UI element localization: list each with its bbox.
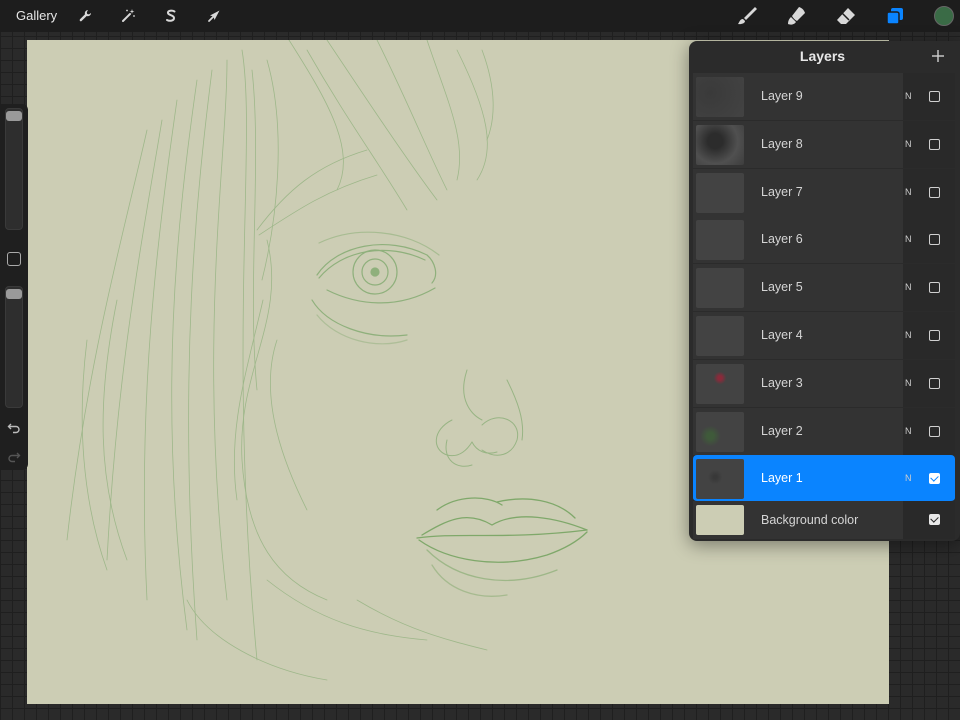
- magic-wand-icon: [122, 9, 135, 22]
- opacity-slider[interactable]: [5, 286, 23, 408]
- layer-row[interactable]: Layer 1 N: [693, 455, 955, 503]
- blend-mode-button[interactable]: N: [905, 282, 912, 292]
- layer-name: Layer 6: [761, 232, 803, 247]
- blend-mode-button[interactable]: N: [905, 473, 912, 483]
- blend-mode-button[interactable]: N: [905, 378, 912, 388]
- layer-thumbnail[interactable]: [696, 363, 744, 404]
- blend-mode-button[interactable]: N: [905, 91, 912, 101]
- smudge-tool-button[interactable]: [784, 4, 808, 28]
- eraser-tool-button[interactable]: [834, 4, 858, 28]
- wrench-icon: [79, 10, 91, 22]
- lips-sketch: [416, 497, 588, 597]
- top-toolbar: Gallery: [0, 0, 960, 32]
- plus-icon: [932, 50, 944, 62]
- actions-wrench-button[interactable]: [74, 5, 96, 27]
- layers-panel: Layers Layer 9 N Layer 8 N Layer 7 N Layer 6NL…: [689, 41, 960, 541]
- layer-row[interactable]: Layer 9 N: [693, 73, 955, 120]
- layer-name: Layer 5: [761, 280, 803, 295]
- layer-name: Layer 7: [761, 184, 803, 199]
- layer-thumbnail[interactable]: [696, 220, 744, 261]
- layer-visibility-checkbox[interactable]: [929, 186, 940, 198]
- layer-row[interactable]: Layer 8 N: [693, 120, 955, 168]
- layer-visibility-checkbox[interactable]: [929, 138, 940, 150]
- layer-row[interactable]: Layer 2 N: [693, 407, 955, 455]
- layer-visibility-checkbox[interactable]: [929, 425, 940, 437]
- background-visibility-checkbox[interactable]: [929, 514, 940, 525]
- left-sidebar: [0, 104, 28, 470]
- layer-thumbnail[interactable]: [696, 77, 744, 117]
- layers-panel-title: Layers: [799, 48, 846, 64]
- layer-visibility-checkbox[interactable]: [929, 473, 940, 485]
- color-picker-button[interactable]: [934, 6, 954, 26]
- layer-visibility-checkbox[interactable]: [929, 377, 940, 389]
- brush-tool-button[interactable]: [735, 4, 759, 28]
- layer-name: Layer 4: [761, 328, 803, 342]
- brush-size-handle[interactable]: [6, 111, 22, 121]
- redo-icon: [8, 452, 21, 463]
- gallery-button[interactable]: Gallery: [16, 8, 57, 23]
- blend-mode-button[interactable]: N: [905, 426, 912, 436]
- smudge-icon: [788, 7, 805, 25]
- layer-name: Layer 2: [761, 423, 803, 438]
- eye-sketch: [311, 231, 440, 345]
- blend-mode-button[interactable]: N: [905, 330, 912, 340]
- layer-name: Layer 1: [761, 471, 803, 486]
- layer-row[interactable]: Layer 5 N: [693, 264, 955, 312]
- blend-mode-button[interactable]: N: [905, 139, 912, 149]
- background-color-layer[interactable]: Background color: [693, 501, 955, 539]
- blend-mode-button[interactable]: N: [905, 234, 912, 244]
- nose-sketch: [435, 369, 524, 467]
- add-layer-button[interactable]: [929, 47, 947, 65]
- layer-row[interactable]: Layer 7 N: [693, 168, 955, 216]
- layer-thumbnail[interactable]: [696, 459, 744, 500]
- layer-row[interactable]: Layer 4 N: [693, 312, 955, 359]
- layer-visibility-checkbox[interactable]: [929, 234, 940, 246]
- selection-button[interactable]: [160, 5, 182, 27]
- layer-name: Layer 3: [761, 375, 803, 390]
- hair-strokes: [66, 40, 494, 681]
- layer-name: Layer 8: [761, 136, 803, 151]
- background-color-swatch[interactable]: [696, 505, 744, 535]
- undo-icon: [7, 423, 20, 434]
- layer-row[interactable]: Layer 3 N: [693, 359, 955, 407]
- layer-thumbnail[interactable]: [696, 124, 744, 165]
- brush-size-slider[interactable]: [5, 108, 23, 230]
- layers-icon: [886, 8, 903, 25]
- layer-thumbnail[interactable]: [696, 316, 744, 356]
- opacity-handle[interactable]: [6, 289, 22, 299]
- layers-tool-button[interactable]: [883, 4, 907, 28]
- layer-thumbnail[interactable]: [696, 172, 744, 213]
- layer-visibility-checkbox[interactable]: [929, 91, 940, 102]
- layer-visibility-checkbox[interactable]: [929, 330, 940, 341]
- adjustments-button[interactable]: [117, 5, 139, 27]
- transform-arrow-icon: [208, 10, 220, 22]
- layer-row[interactable]: Layer 6 N: [693, 216, 955, 264]
- transform-button[interactable]: [203, 5, 225, 27]
- selection-s-icon: [166, 9, 176, 22]
- eraser-icon: [837, 8, 855, 24]
- undo-button[interactable]: [6, 420, 22, 436]
- brush-icon: [738, 7, 757, 25]
- layer-visibility-checkbox[interactable]: [929, 282, 940, 294]
- layer-name: Layer 9: [761, 89, 803, 103]
- modify-button[interactable]: [7, 252, 21, 266]
- layer-thumbnail[interactable]: [696, 411, 744, 452]
- blend-mode-button[interactable]: N: [905, 187, 912, 197]
- redo-button[interactable]: [6, 449, 22, 465]
- layer-thumbnail[interactable]: [696, 268, 744, 309]
- background-color-label: Background color: [761, 513, 859, 527]
